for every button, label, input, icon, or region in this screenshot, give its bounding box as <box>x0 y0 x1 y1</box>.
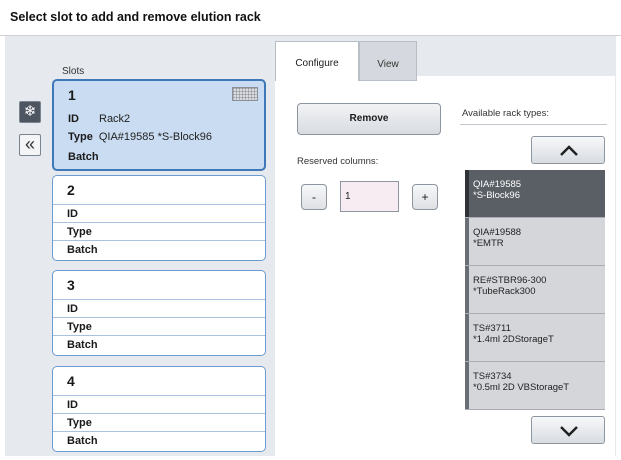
rack-type-item[interactable]: QIA#19585 *S-Block96 <box>465 170 605 218</box>
rack-type-item[interactable]: RE#STBR96-300 *TubeRack300 <box>465 266 605 314</box>
slot-divider <box>53 335 265 336</box>
rack-type-list: QIA#19585 *S-Block96 QIA#19588 *EMTR RE#… <box>465 170 605 410</box>
cooling-toggle-button[interactable]: ❄ <box>19 101 41 123</box>
rack-type-code: RE#STBR96-300 <box>473 275 547 286</box>
slot-divider <box>53 431 265 432</box>
slot-card-4[interactable]: 4 ID Type Batch <box>52 366 266 452</box>
item-stripe <box>465 218 469 265</box>
slot-id-label: ID <box>68 113 79 125</box>
reserved-columns-input[interactable]: 1 <box>340 181 399 212</box>
slot-number: 2 <box>67 182 75 198</box>
rack-type-code: TS#3711 <box>473 323 511 334</box>
slot-id-value: Rack2 <box>99 113 131 125</box>
collapse-button[interactable]: « <box>19 134 41 156</box>
slot-type-value: QIA#19585 *S-Block96 <box>98 131 212 143</box>
slot-divider <box>53 222 265 223</box>
slot-divider <box>53 204 265 205</box>
slot-divider <box>53 240 265 241</box>
slot-batch-label: Batch <box>67 339 98 351</box>
slot-number: 3 <box>67 277 75 293</box>
rack-type-name: *TubeRack300 <box>473 286 536 297</box>
rack-type-name: *0.5ml 2D VBStorageT <box>473 382 570 393</box>
slot-card-1[interactable]: 1 ID Rack2 Type QIA#19585 *S-Block96 Batch <box>52 79 266 171</box>
slot-batch-label: Batch <box>67 244 98 256</box>
slot-type-label: Type <box>67 417 92 429</box>
slot-id-row: ID Rack2 <box>68 113 130 125</box>
scroll-up-button[interactable] <box>531 136 605 164</box>
rack-type-item[interactable]: QIA#19588 *EMTR <box>465 218 605 266</box>
rack-type-item[interactable]: TS#3734 *0.5ml 2D VBStorageT <box>465 362 605 410</box>
rack-type-code: TS#3734 <box>473 371 512 382</box>
slot-card-2[interactable]: 2 ID Type Batch <box>52 175 266 261</box>
slot-card-3[interactable]: 3 ID Type Batch <box>52 270 266 356</box>
slot-divider <box>53 413 265 414</box>
snowflake-icon: ❄ <box>23 103 37 120</box>
item-stripe <box>465 314 469 361</box>
rack-plate-icon <box>232 87 258 101</box>
slot-divider <box>53 299 265 300</box>
slot-type-label: Type <box>67 226 92 238</box>
slot-type-label: Type <box>67 321 92 333</box>
slot-id-label: ID <box>67 303 78 315</box>
rack-type-name: *S-Block96 <box>473 190 520 201</box>
slot-batch-label: Batch <box>67 435 98 447</box>
slot-number: 1 <box>68 87 76 103</box>
slot-id-label: ID <box>67 208 78 220</box>
slot-number: 4 <box>67 373 75 389</box>
chevron-down-icon <box>560 426 578 437</box>
item-stripe <box>465 170 469 217</box>
available-rack-types-label: Available rack types: <box>462 108 549 119</box>
rack-type-code: QIA#19585 <box>473 179 522 190</box>
reserved-columns-label: Reserved columns: <box>297 156 379 167</box>
slot-batch-label: Batch <box>68 151 99 163</box>
slot-divider <box>53 317 265 318</box>
tab-view[interactable]: View <box>359 41 417 81</box>
remove-button[interactable]: Remove <box>297 103 441 135</box>
page-title: Select slot to add and remove elution ra… <box>10 10 261 24</box>
slots-label: Slots <box>62 66 85 77</box>
rack-type-name: *1.4ml 2DStorageT <box>473 334 554 345</box>
slot-type-label: Type <box>68 131 93 143</box>
slot-divider <box>53 395 265 396</box>
slot-batch-row: Batch <box>68 151 99 163</box>
slot-type-row: Type QIA#19585 *S-Block96 <box>68 131 212 143</box>
decrement-button[interactable]: - <box>301 184 327 210</box>
slot-id-label: ID <box>67 399 78 411</box>
tab-configure[interactable]: Configure <box>275 41 359 81</box>
double-chevron-left-icon: « <box>24 134 35 154</box>
item-stripe <box>465 266 469 313</box>
rack-type-name: *EMTR <box>473 238 504 249</box>
item-stripe <box>465 362 469 409</box>
header-bar: Select slot to add and remove elution ra… <box>0 0 621 36</box>
scroll-down-button[interactable] <box>531 416 605 444</box>
increment-button[interactable]: + <box>412 184 438 210</box>
rack-type-item[interactable]: TS#3711 *1.4ml 2DStorageT <box>465 314 605 362</box>
divider <box>460 124 607 125</box>
chevron-up-icon <box>560 145 578 156</box>
rack-type-code: QIA#19588 <box>473 227 522 238</box>
